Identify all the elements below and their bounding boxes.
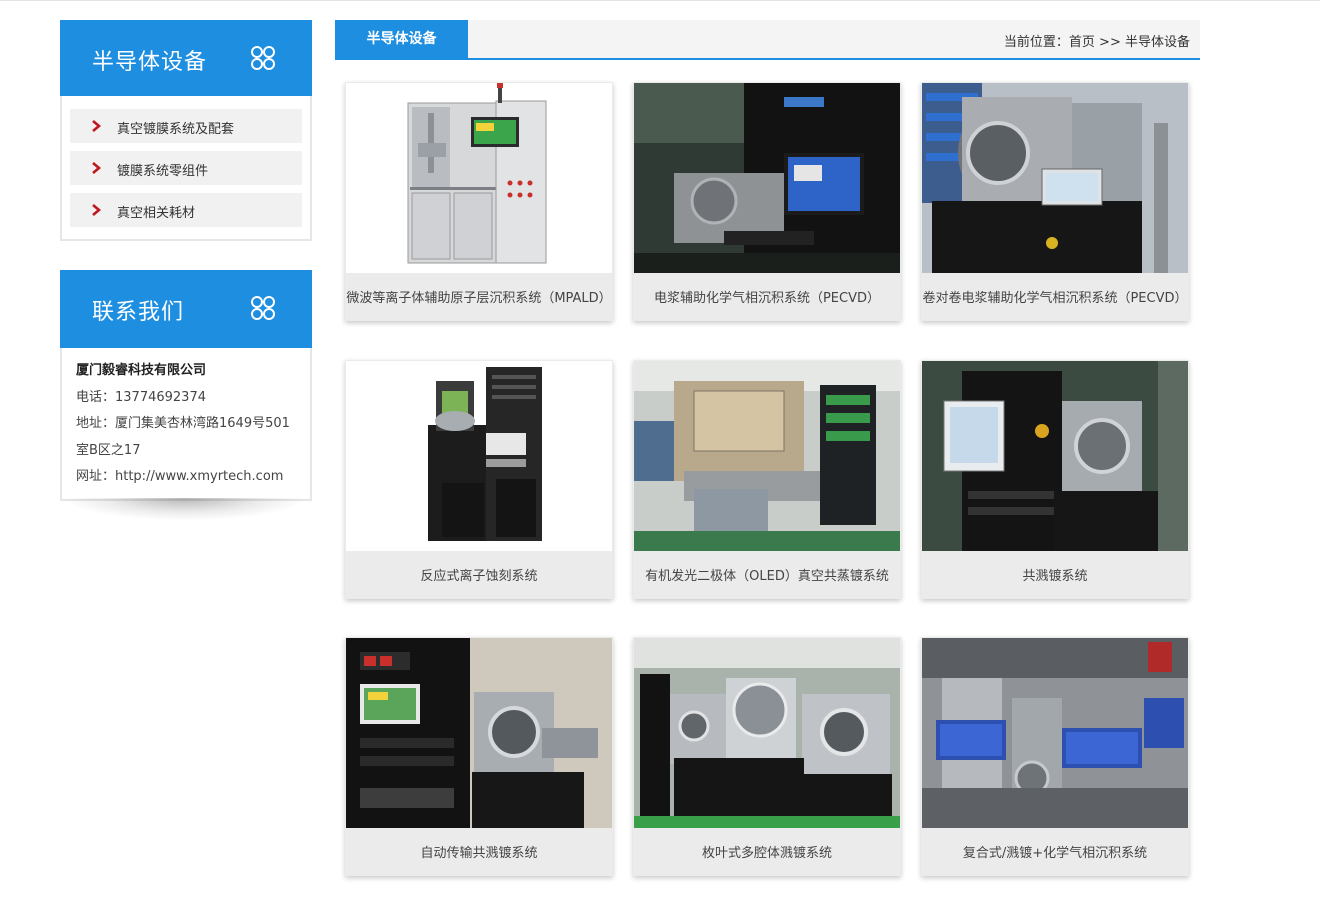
sidebar-contact-header: 联系我们 <box>60 270 312 348</box>
product-name: 卷对卷电浆辅助化学气相沉积系统（PECVD） <box>922 291 1188 306</box>
product-name: 自动传输共溅镀系统 <box>420 846 538 861</box>
product-name: 枚叶式多腔体溅镀系统 <box>701 846 832 861</box>
product-card-rie[interactable]: 反应式离子蚀刻系统 <box>345 360 613 599</box>
top-divider <box>0 0 1320 1</box>
breadcrumb: 当前位置：首页 >> 半导体设备 <box>1004 31 1190 50</box>
product-card-mpald[interactable]: 微波等离子体辅助原子层沉积系统（MPALD） <box>345 82 613 321</box>
product-photo <box>922 83 1188 273</box>
breadcrumb-prefix: 当前位置： <box>1003 35 1069 50</box>
product-photo <box>346 83 612 273</box>
chevron-right-icon <box>92 120 101 132</box>
contact-website: 网址：http://www.xmyrtech.com <box>76 469 284 484</box>
product-photo <box>922 361 1188 551</box>
main-header-bar: 半导体设备 当前位置：首页 >> 半导体设备 <box>335 20 1200 60</box>
breadcrumb-separator: >> <box>1094 35 1125 50</box>
product-card-co-sputter[interactable]: 共溅镀系统 <box>921 360 1189 599</box>
category-label: 真空镀膜系统及配套 <box>117 122 235 137</box>
product-photo <box>634 638 900 828</box>
clover-icon <box>251 46 275 70</box>
category-list: 真空镀膜系统及配套 镀膜系统零组件 真空相关耗材 <box>62 96 310 239</box>
sidebar-categories-header: 半导体设备 <box>60 20 312 96</box>
panel-shadow <box>66 498 304 520</box>
contact-address: 地址：厦门集美杏林湾路1649号501室B区之17 <box>76 416 290 458</box>
contact-phone: 电话：13774692374 <box>76 389 206 405</box>
product-card-hybrid-sputter-cvd[interactable]: 复合式/溅镀+化学气相沉积系统 <box>921 637 1189 876</box>
product-name: 电浆辅助化学气相沉积系统（PECVD） <box>653 291 881 306</box>
breadcrumb-current-link[interactable]: 半导体设备 <box>1125 35 1190 50</box>
chevron-right-icon <box>92 162 101 174</box>
product-card-auto-transfer[interactable]: 自动传输共溅镀系统 <box>345 637 613 876</box>
chevron-right-icon <box>92 204 101 216</box>
sidebar-categories-title: 半导体设备 <box>92 50 208 75</box>
clover-icon <box>251 296 275 320</box>
sidebar-categories-panel: 半导体设备 真空镀膜系统及配套 镀膜系统零组件 真空相关耗材 <box>60 20 312 241</box>
product-photo <box>634 361 900 551</box>
product-name: 微波等离子体辅助原子层沉积系统（MPALD） <box>346 291 612 306</box>
product-card-multi-chamber[interactable]: 枚叶式多腔体溅镀系统 <box>633 637 901 876</box>
sidebar-categories-body: 真空镀膜系统及配套 镀膜系统零组件 真空相关耗材 <box>60 96 312 241</box>
product-photo <box>922 638 1188 828</box>
category-item-coating-components[interactable]: 镀膜系统零组件 <box>70 151 302 185</box>
breadcrumb-home-link[interactable]: 首页 <box>1069 35 1095 50</box>
product-card-pecvd[interactable]: 电浆辅助化学气相沉积系统（PECVD） <box>633 82 901 321</box>
product-name: 有机发光二极体（OLED）真空共蒸镀系统 <box>645 569 889 584</box>
product-photo <box>634 83 900 273</box>
category-item-vacuum-coating[interactable]: 真空镀膜系统及配套 <box>70 109 302 143</box>
contact-info: 厦门毅睿科技有限公司 电话：13774692374 地址：厦门集美杏林湾路164… <box>60 348 312 501</box>
product-name: 反应式离子蚀刻系统 <box>420 569 538 584</box>
category-item-vacuum-consumables[interactable]: 真空相关耗材 <box>70 193 302 227</box>
product-card-oled[interactable]: 有机发光二极体（OLED）真空共蒸镀系统 <box>633 360 901 599</box>
product-photo <box>346 638 612 828</box>
product-name: 共溅镀系统 <box>1022 569 1088 584</box>
category-label: 真空相关耗材 <box>117 206 196 221</box>
company-name: 厦门毅睿科技有限公司 <box>76 363 207 378</box>
sidebar-contact-title: 联系我们 <box>92 300 185 325</box>
category-label: 镀膜系统零组件 <box>117 164 209 179</box>
product-card-r2r-pecvd[interactable]: 卷对卷电浆辅助化学气相沉积系统（PECVD） <box>921 82 1189 321</box>
section-tab-title: 半导体设备 <box>335 20 468 58</box>
product-name: 复合式/溅镀+化学气相沉积系统 <box>962 846 1148 861</box>
product-photo <box>346 361 612 551</box>
sidebar-contact-panel: 联系我们 厦门毅睿科技有限公司 电话：13774692374 地址：厦门集美杏林… <box>60 270 312 501</box>
